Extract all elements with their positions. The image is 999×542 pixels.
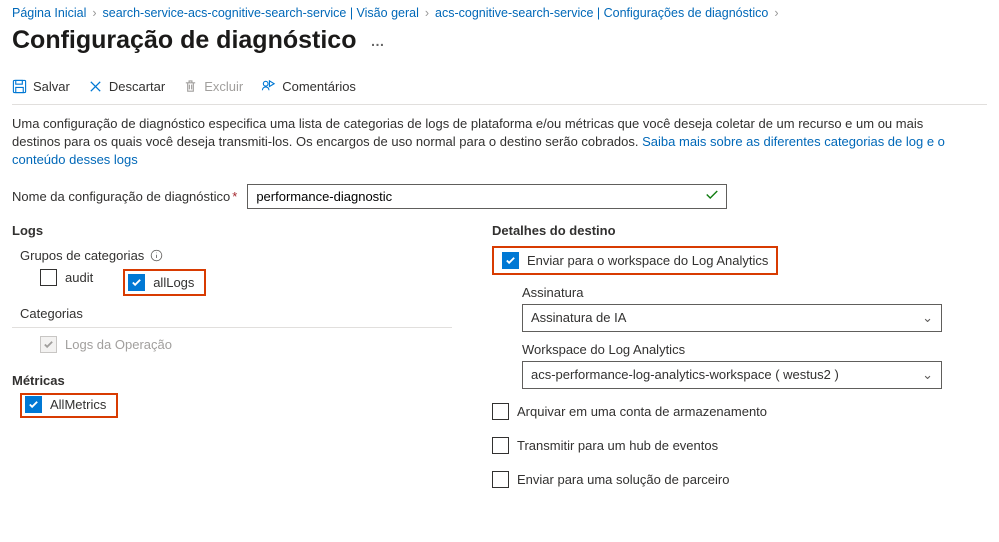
name-label: Nome da configuração de diagnóstico*	[12, 189, 237, 204]
page-title: Configuração de diagnóstico	[12, 26, 356, 55]
subscription-select[interactable]: Assinatura de IA ⌄	[522, 304, 942, 332]
save-button[interactable]: Salvar	[12, 79, 70, 94]
trash-icon	[183, 79, 198, 94]
audit-checkbox[interactable]: audit	[40, 269, 93, 286]
eventhub-checkbox[interactable]: Transmitir para um hub de eventos	[492, 437, 718, 454]
subscription-label: Assinatura	[522, 285, 987, 300]
operation-logs-label: Logs da Operação	[65, 337, 172, 352]
chevron-right-icon: ›	[774, 6, 778, 20]
destination-heading: Detalhes do destino	[492, 223, 987, 238]
breadcrumb-item-1[interactable]: search-service-acs-cognitive-search-serv…	[103, 6, 419, 20]
chevron-right-icon: ›	[92, 6, 96, 20]
audit-label: audit	[65, 270, 93, 285]
subscription-value: Assinatura de IA	[531, 310, 626, 325]
feedback-label: Comentários	[282, 79, 356, 94]
save-label: Salvar	[33, 79, 70, 94]
breadcrumb-item-2[interactable]: acs-cognitive-search-service | Configura…	[435, 6, 768, 20]
archive-storage-checkbox[interactable]: Arquivar em uma conta de armazenamento	[492, 403, 767, 420]
allmetrics-label: AllMetrics	[50, 397, 106, 412]
checkmark-icon	[705, 188, 719, 205]
more-icon[interactable]: …	[370, 33, 386, 49]
chevron-down-icon: ⌄	[922, 310, 933, 326]
logs-heading: Logs	[12, 223, 452, 238]
close-icon	[88, 79, 103, 94]
delete-button: Excluir	[183, 79, 243, 94]
workspace-label: Workspace do Log Analytics	[522, 342, 987, 357]
delete-label: Excluir	[204, 79, 243, 94]
workspace-value: acs-performance-log-analytics-workspace …	[531, 367, 839, 382]
alllogs-label: allLogs	[153, 275, 194, 290]
chevron-down-icon: ⌄	[922, 367, 933, 383]
toolbar: Salvar Descartar Excluir Comentários	[12, 73, 987, 105]
feedback-button[interactable]: Comentários	[261, 79, 356, 94]
discard-button[interactable]: Descartar	[88, 79, 165, 94]
alllogs-checkbox[interactable]: allLogs	[128, 274, 194, 291]
metrics-heading: Métricas	[12, 373, 452, 388]
partner-checkbox[interactable]: Enviar para uma solução de parceiro	[492, 471, 729, 488]
workspace-select[interactable]: acs-performance-log-analytics-workspace …	[522, 361, 942, 389]
description: Uma configuração de diagnóstico especifi…	[12, 115, 972, 170]
breadcrumb-home[interactable]: Página Inicial	[12, 6, 86, 20]
allmetrics-checkbox[interactable]: AllMetrics	[25, 396, 106, 413]
categories-heading: Categorias	[12, 306, 452, 328]
discard-label: Descartar	[109, 79, 165, 94]
page-title-row: Configuração de diagnóstico …	[12, 26, 987, 55]
send-log-analytics-label: Enviar para o workspace do Log Analytics	[527, 253, 768, 268]
save-icon	[12, 79, 27, 94]
breadcrumb: Página Inicial › search-service-acs-cogn…	[12, 6, 987, 20]
chevron-right-icon: ›	[425, 6, 429, 20]
send-log-analytics-checkbox[interactable]: Enviar para o workspace do Log Analytics	[502, 252, 768, 269]
diagnostic-name-input[interactable]	[247, 184, 727, 209]
feedback-icon	[261, 79, 276, 94]
info-icon[interactable]	[150, 249, 163, 262]
archive-storage-label: Arquivar em uma conta de armazenamento	[517, 404, 767, 419]
category-groups-heading: Grupos de categorias	[12, 248, 452, 263]
partner-label: Enviar para uma solução de parceiro	[517, 472, 729, 487]
eventhub-label: Transmitir para um hub de eventos	[517, 438, 718, 453]
operation-logs-checkbox: Logs da Operação	[40, 336, 172, 353]
